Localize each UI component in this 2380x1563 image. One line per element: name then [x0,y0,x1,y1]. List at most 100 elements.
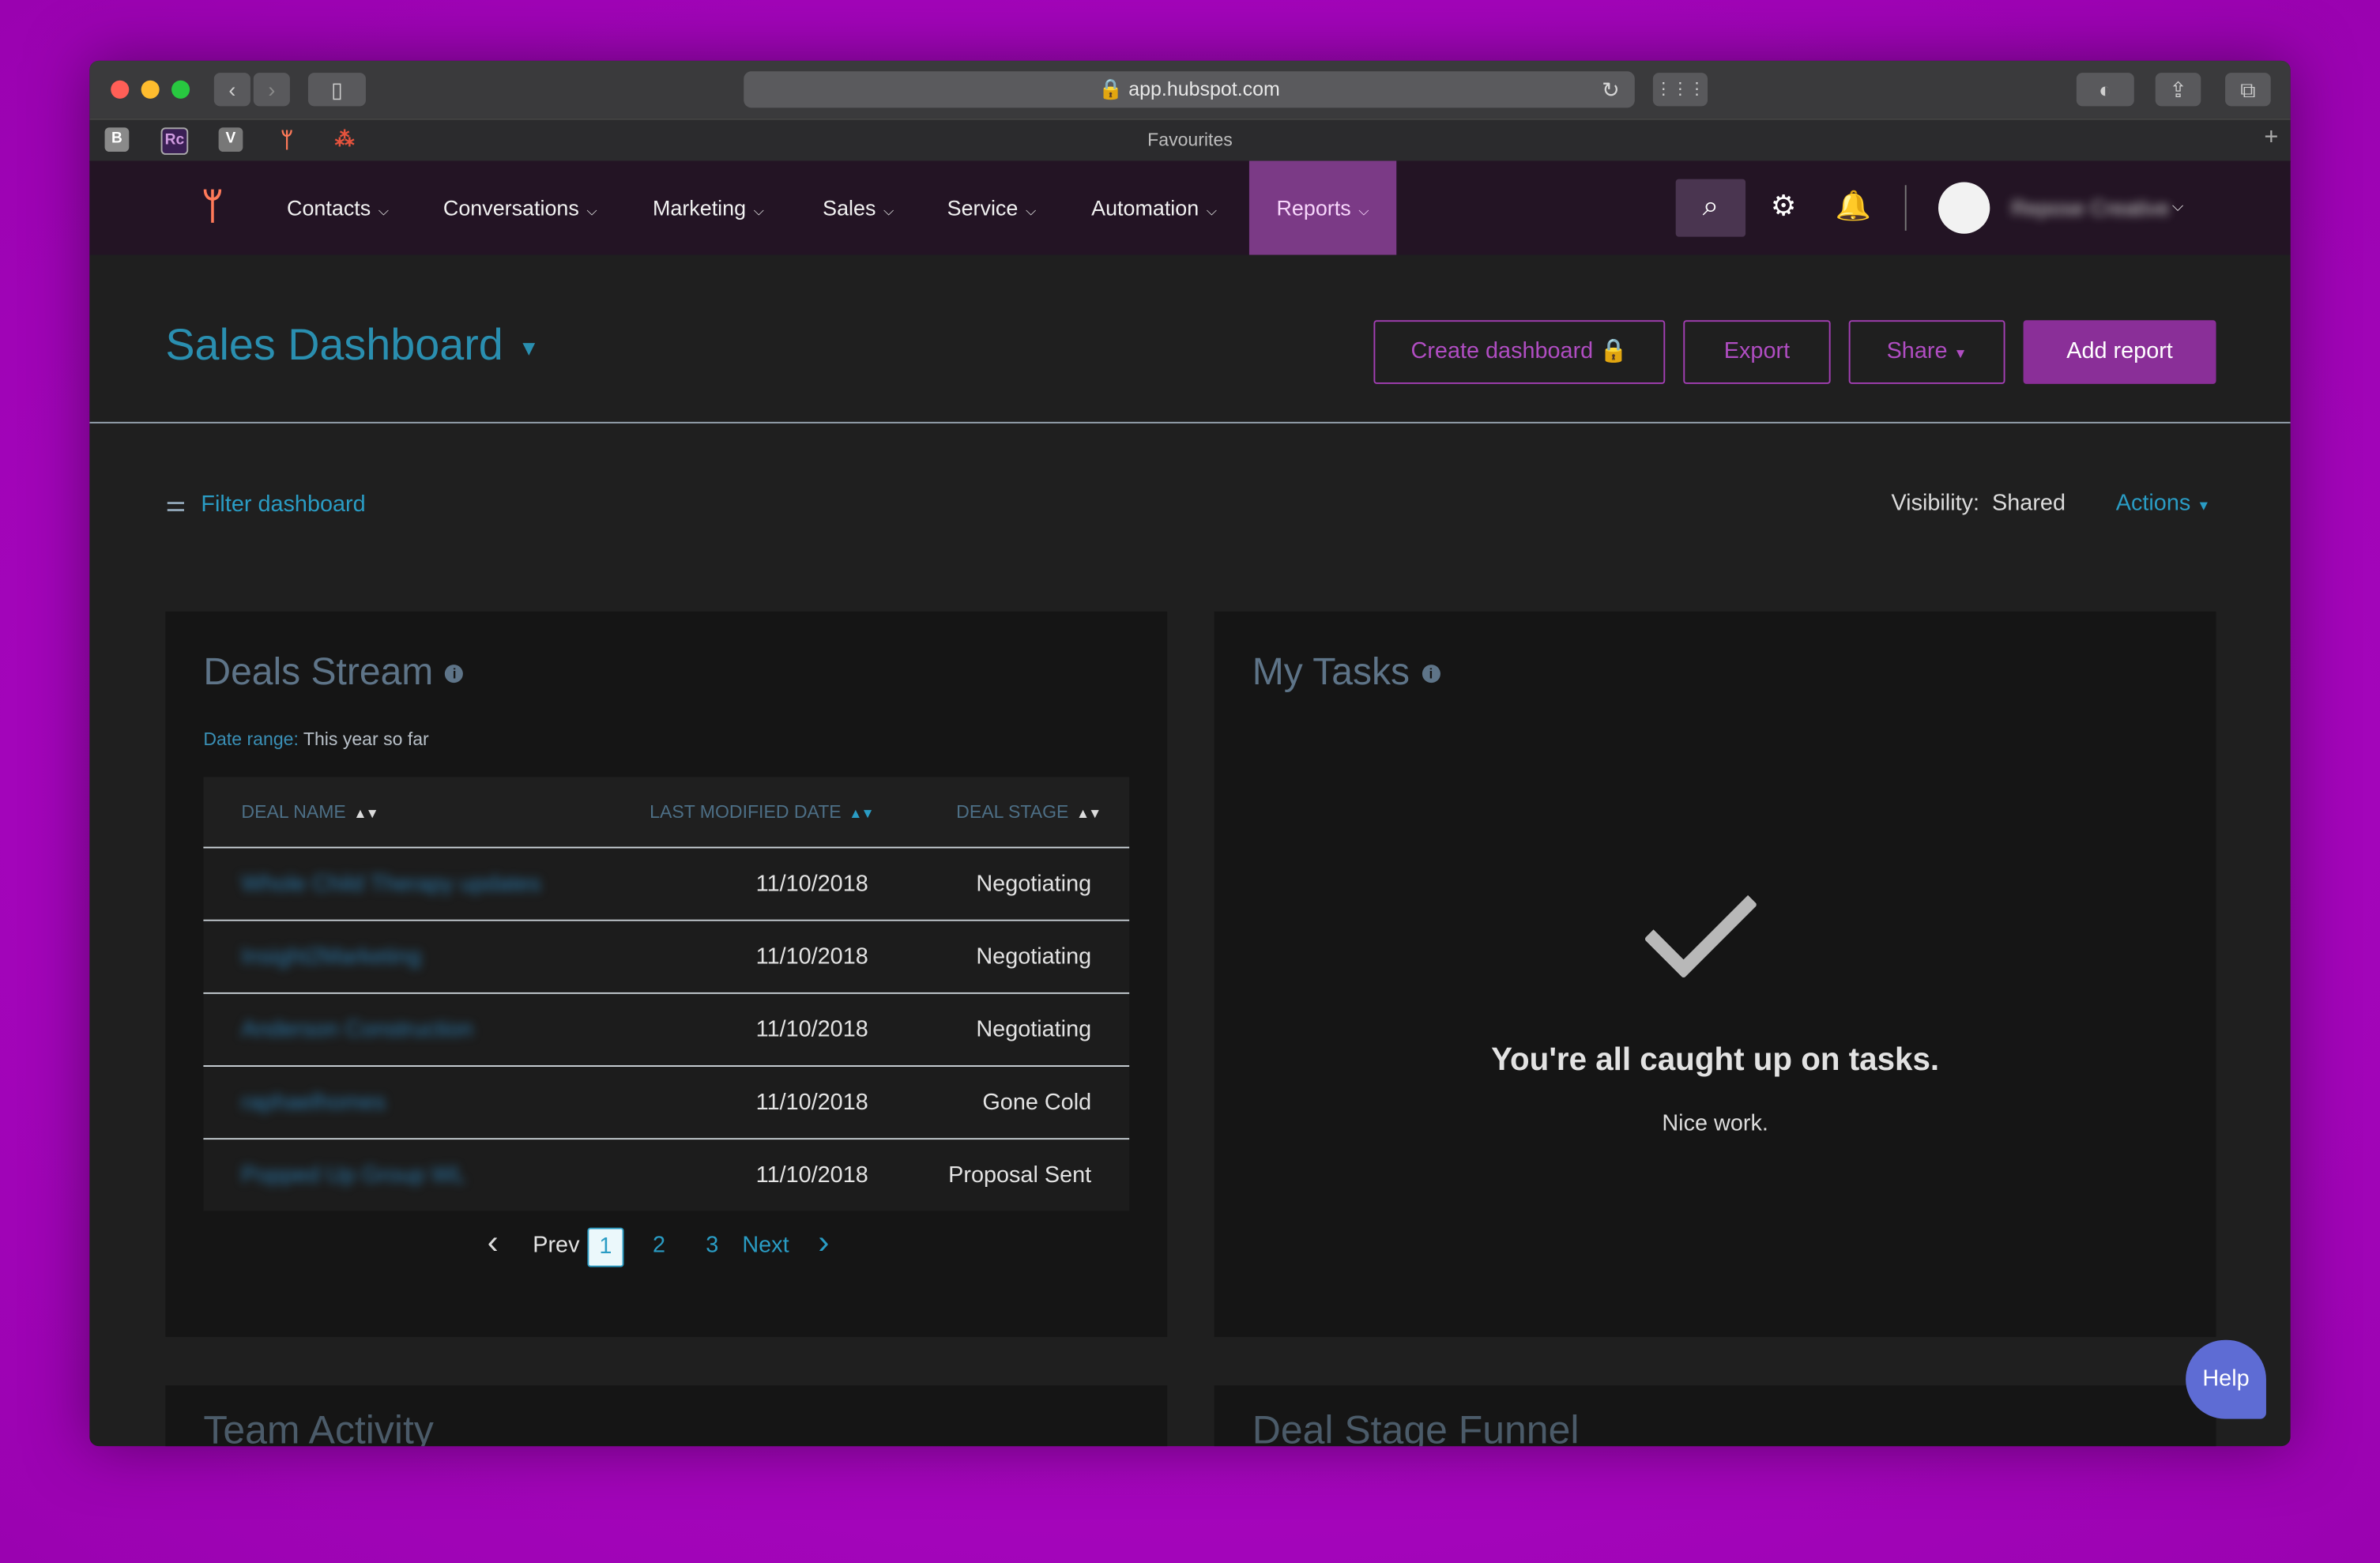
card-title: Team Activity [203,1407,434,1447]
column-header-last-modified[interactable]: LAST MODIFIED DATE ▲▼ [650,777,874,848]
page-3-button[interactable]: 3 [706,1232,718,1258]
browser-titlebar: ‹ › ▯ 🔒 app.hubspot.com ↻ ⋮⋮⋮ ◐ ⇪ ⧉ [89,60,2291,119]
info-icon[interactable]: i [1422,665,1440,684]
minimize-window-button[interactable] [141,80,160,99]
favicon-rc[interactable]: Rc [160,127,189,155]
tabs-overview-icon[interactable]: ⧉ [2225,73,2271,107]
dashboard-header: Sales Dashboard ▼ Create dashboard 🔒 Expo… [89,254,2291,424]
deal-stage-funnel-card: Deal Stage Funnel [1214,1385,2216,1447]
sort-icon: ▲▼ [849,805,874,821]
info-icon[interactable]: i [445,665,464,684]
extension-icon[interactable]: ◐ [2076,73,2134,107]
page-2-button[interactable]: 2 [653,1232,665,1258]
favicon-v[interactable]: V [218,127,243,153]
grid-icon[interactable]: ⋮⋮⋮ [1652,73,1708,107]
account-chevron-down-icon[interactable]: ⌵ [2172,161,2184,255]
filter-dashboard-link[interactable]: ⚌ Filter dashboard [165,490,365,518]
account-name[interactable]: Repose Creative [2011,161,2169,255]
chevron-down-icon: ⌵ [883,203,894,219]
add-report-label: Add report [2066,338,2173,364]
deal-name-link[interactable]: Popped Up Group WL [241,1139,465,1211]
table-row: Anderson Construction 11/10/2018 Negotia… [203,993,1130,1068]
bell-icon[interactable]: 🔔 [1818,179,1888,237]
pagination: ‹ Prev 1 2 3 Next › [165,1223,1167,1267]
table-header: DEAL NAME ▲▼ LAST MODIFIED DATE ▲▼ DEAL ST… [203,777,1130,849]
back-button[interactable]: ‹ [213,73,250,107]
caret-down-icon[interactable]: ▼ [518,336,540,360]
visibility-indicator: Visibility: Shared [1891,490,2066,516]
caret-down-icon: ▼ [1953,345,1968,362]
favicon-b[interactable]: B [104,127,130,153]
gear-icon[interactable]: ⚙ [1749,179,1818,237]
nav-sales[interactable]: Sales ⌵ [823,161,894,255]
deal-name-link[interactable]: Whole Child Therapy updates [241,848,540,919]
avatar[interactable] [1938,182,1990,234]
favicon-hubspot-icon[interactable]: ᛘ [275,127,299,152]
visibility-label: Visibility: [1891,490,1980,516]
zoom-window-button[interactable] [171,80,190,99]
date-range-label: Date range: [203,728,299,750]
export-label: Export [1723,338,1791,364]
deal-date: 11/10/2018 [755,943,868,970]
my-tasks-card: My Tasks i You're all caught up on tasks.… [1214,611,2216,1337]
forward-button[interactable]: › [253,73,290,107]
deal-stage: Negotiating [976,1016,1092,1043]
share-page-icon[interactable]: ⇪ [2155,73,2201,107]
chevron-right-icon[interactable]: › [818,1223,829,1263]
sort-icon: ▲▼ [1075,805,1102,821]
favicon-asana-icon[interactable]: ⁂ [333,127,357,152]
chevron-left-icon[interactable]: ‹ [488,1223,499,1263]
new-tab-plus-icon[interactable]: + [2264,124,2278,152]
prev-page-button[interactable]: Prev [533,1232,579,1258]
chevron-down-icon: ⌵ [586,203,597,219]
page-title[interactable]: Sales Dashboard ▼ [165,322,539,371]
close-window-button[interactable] [111,80,130,99]
nav-reports[interactable]: Reports ⌵ [1248,160,1396,255]
nav-contacts[interactable]: Contacts ⌵ [287,161,389,255]
create-dashboard-button[interactable]: Create dashboard 🔒 [1373,320,1666,384]
sort-icon: ▲▼ [353,805,378,821]
next-page-button[interactable]: Next [742,1232,789,1258]
search-icon[interactable]: ⌕ [1675,179,1746,237]
favourites-bar: Favourites B Rc V ᛘ ⁂ + [89,118,2291,163]
deals-stream-card: Deals Stream i Date range: This year so f… [165,611,1168,1337]
share-button[interactable]: Share ▼ [1848,320,2005,384]
filter-label: Filter dashboard [201,491,366,518]
favourites-title: Favourites [1147,129,1233,151]
export-button[interactable]: Export [1683,320,1831,384]
visibility-value: Shared [1992,490,2066,516]
nav-service[interactable]: Service ⌵ [947,161,1036,255]
deal-name-link[interactable]: raphaelhomes [241,1067,386,1138]
deal-date: 11/10/2018 [755,1162,868,1188]
card-title: Deal Stage Funnel [1252,1407,1580,1447]
table-row: Popped Up Group WL 11/10/2018 Proposal S… [203,1139,1130,1211]
card-title-text: My Tasks [1252,650,1410,694]
deal-name-link[interactable]: Insight2Marketing [241,921,420,992]
hubspot-logo-icon[interactable]: ᛘ [178,179,247,237]
nav-label: Sales [823,195,876,220]
nav-marketing[interactable]: Marketing ⌵ [653,161,764,255]
address-bar[interactable]: 🔒 app.hubspot.com ↻ [744,71,1635,108]
add-report-button[interactable]: Add report [2023,320,2216,384]
page-1-button[interactable]: 1 [587,1227,624,1267]
column-header-deal-name[interactable]: DEAL NAME ▲▼ [241,777,378,848]
help-button[interactable]: Help [2186,1339,2266,1419]
actions-dropdown[interactable]: Actions ▼ [2116,490,2211,516]
nav-label: Conversations [442,195,579,220]
reload-icon[interactable]: ↻ [1602,71,1620,107]
date-range: Date range: This year so far [203,729,428,750]
actions-label: Actions [2115,490,2191,516]
column-label: DEAL NAME [241,800,346,823]
nav-label: Contacts [287,195,371,220]
table-row: Insight2Marketing 11/10/2018 Negotiating [203,921,1130,994]
hubspot-top-nav: ᛘ Contacts ⌵ Conversations ⌵ Marketing ⌵ Sa… [89,160,2291,255]
nav-automation[interactable]: Automation ⌵ [1091,161,1217,255]
empty-state-subtext: Nice work. [1662,1110,1768,1137]
sidebar-toggle-icon[interactable]: ▯ [307,73,366,107]
nav-conversations[interactable]: Conversations ⌵ [443,161,597,255]
chevron-down-icon: ⌵ [378,203,389,219]
column-header-deal-stage[interactable]: DEAL STAGE ▲▼ [956,777,1102,848]
nav-label: Automation [1091,195,1199,220]
card-title-text: Deals Stream [203,650,434,694]
deal-name-link[interactable]: Anderson Construction [241,994,473,1065]
